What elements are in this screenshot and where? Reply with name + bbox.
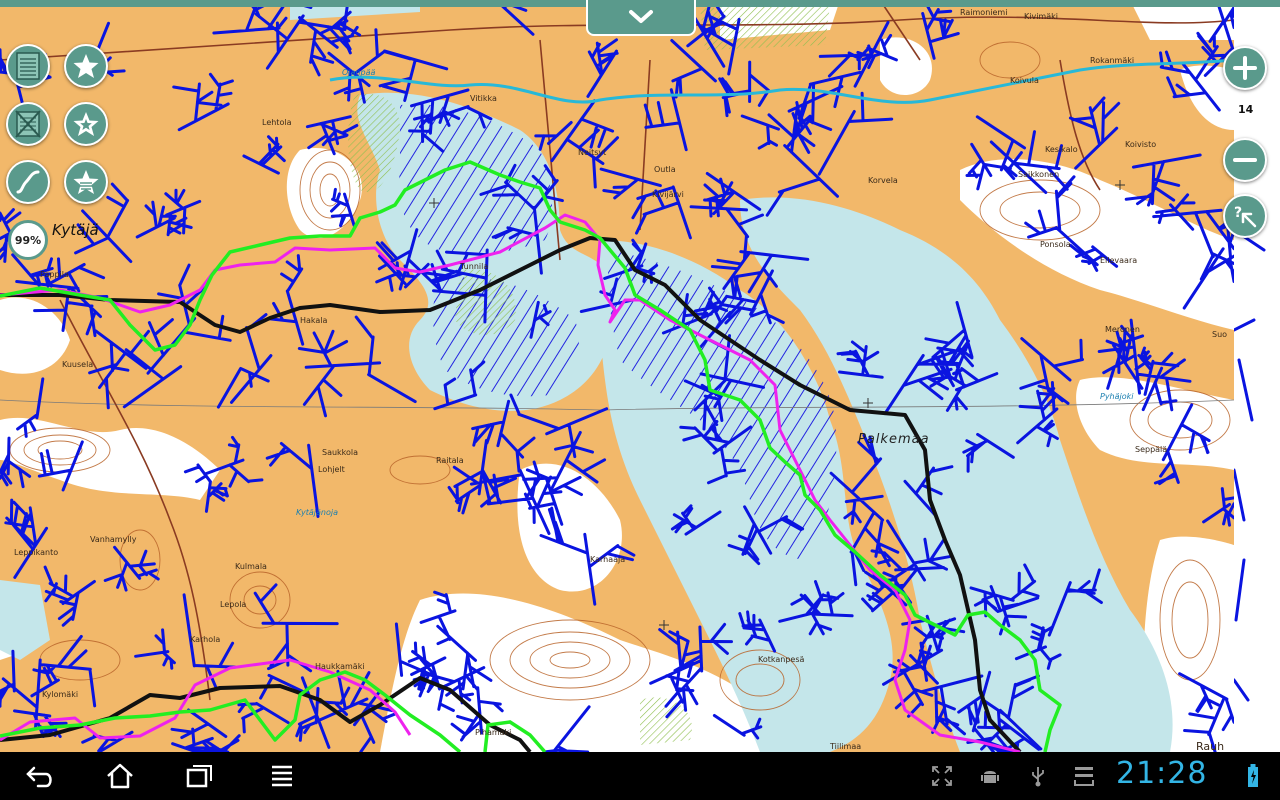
home-button[interactable] xyxy=(100,760,140,792)
status-clock: 21:28 xyxy=(1116,756,1208,791)
question-pointer-icon: ? xyxy=(1234,205,1257,228)
layers-list-button[interactable] xyxy=(6,44,50,88)
menu-pulldown-tab[interactable] xyxy=(586,0,696,36)
favorites-list-button[interactable] xyxy=(64,160,108,204)
app-menu-button[interactable] xyxy=(262,760,302,792)
plus-icon xyxy=(1233,56,1257,80)
list-icon xyxy=(16,52,40,80)
star-outline-icon xyxy=(73,112,99,136)
route-button[interactable] xyxy=(6,160,50,204)
back-button[interactable] xyxy=(20,760,60,792)
map-view[interactable]: Kytäjä Palkemaa Ojanpää Raimoniemi Kivim… xyxy=(0,0,1234,752)
star-icon xyxy=(73,54,99,78)
map-canvas[interactable] xyxy=(0,0,1234,752)
star-list-icon xyxy=(73,170,99,194)
route-icon xyxy=(16,170,40,194)
chevron-down-icon xyxy=(629,10,653,23)
usb-icon xyxy=(1026,764,1050,788)
recent-apps-button[interactable] xyxy=(180,760,220,792)
screen-fit-icon[interactable] xyxy=(930,764,954,788)
zoom-percent-indicator: 99% xyxy=(8,220,48,260)
query-button[interactable]: ? xyxy=(1223,194,1267,238)
svg-text:?: ? xyxy=(1234,205,1242,221)
river xyxy=(329,58,1234,104)
favorite-outline-button[interactable] xyxy=(64,102,108,146)
battery-icon xyxy=(1246,764,1260,788)
back-icon xyxy=(26,766,52,788)
crossed-map-icon xyxy=(15,110,41,138)
minus-icon xyxy=(1233,158,1257,162)
zoom-level-label: 14 xyxy=(1238,103,1254,116)
menu-icon xyxy=(272,765,292,787)
home-icon xyxy=(107,763,133,789)
download-icon xyxy=(1072,764,1096,788)
system-navigation-bar xyxy=(0,752,1280,800)
recent-apps-icon xyxy=(186,765,212,788)
favorite-button[interactable] xyxy=(64,44,108,88)
zoom-in-button[interactable] xyxy=(1223,46,1267,90)
zoom-out-button[interactable] xyxy=(1223,138,1267,182)
map-toggle-button[interactable] xyxy=(6,102,50,146)
android-debug-icon xyxy=(978,764,1002,788)
